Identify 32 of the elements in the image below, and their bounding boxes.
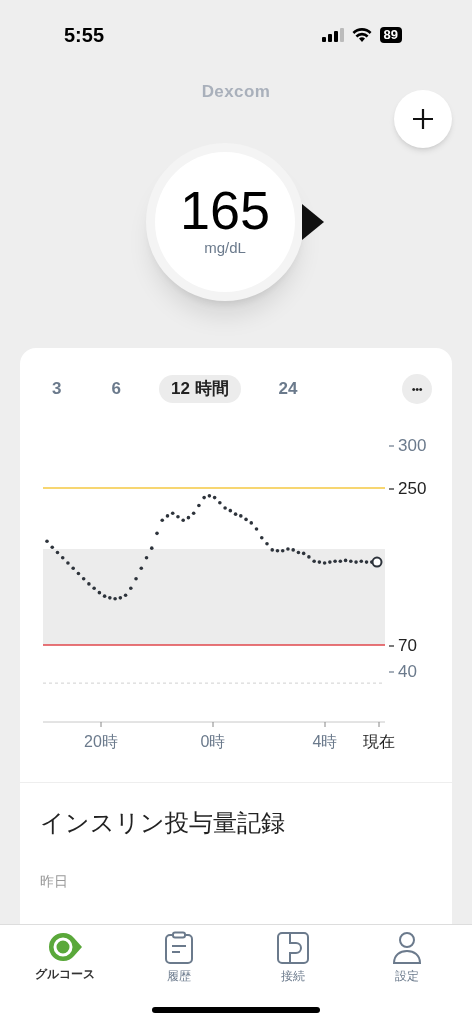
y-axis-label: 300 <box>398 436 427 455</box>
time-range-tab[interactable]: 6 <box>99 375 133 403</box>
more-button[interactable]: ••• <box>402 374 432 404</box>
glucose-unit: mg/dL <box>204 238 246 259</box>
clipboard-icon <box>164 931 194 965</box>
insulin-log-title: インスリン投与量記録 <box>40 808 286 838</box>
signal-icon <box>321 28 344 42</box>
date-label: 昨日 <box>40 872 69 891</box>
tab-bar-item[interactable]: 接続 <box>243 931 343 985</box>
status-time: 5:55 <box>64 23 105 48</box>
x-axis-label: 0時 <box>200 733 226 750</box>
trend-arrow-icon <box>300 201 326 242</box>
plus-icon <box>412 108 434 130</box>
wifi-icon <box>351 28 372 42</box>
person-icon <box>391 931 423 965</box>
x-axis-label: 20時 <box>84 733 118 750</box>
x-axis-label: 4時 <box>312 733 338 750</box>
tab-bar-item[interactable]: 履歴 <box>129 931 229 985</box>
tab-bar-item[interactable]: グルコース <box>15 931 115 985</box>
battery-indicator: 89 <box>379 27 402 43</box>
time-range-tab[interactable]: 24 <box>266 375 310 403</box>
glucose-value: 165 <box>179 183 271 238</box>
y-axis-label: 250 <box>398 479 427 498</box>
y-axis-label: 40 <box>398 662 417 681</box>
time-range-tab[interactable]: 3 <box>40 375 74 403</box>
add-button[interactable] <box>394 90 452 148</box>
brand-logo: Dexcom <box>201 81 271 103</box>
sensor-icon <box>276 931 310 965</box>
tab-bar-item[interactable]: 設定 <box>357 931 457 985</box>
y-axis-label: 70 <box>398 636 417 655</box>
x-axis-label: 現在 <box>363 733 395 750</box>
time-range-tab[interactable]: 12 時間 <box>158 375 241 403</box>
